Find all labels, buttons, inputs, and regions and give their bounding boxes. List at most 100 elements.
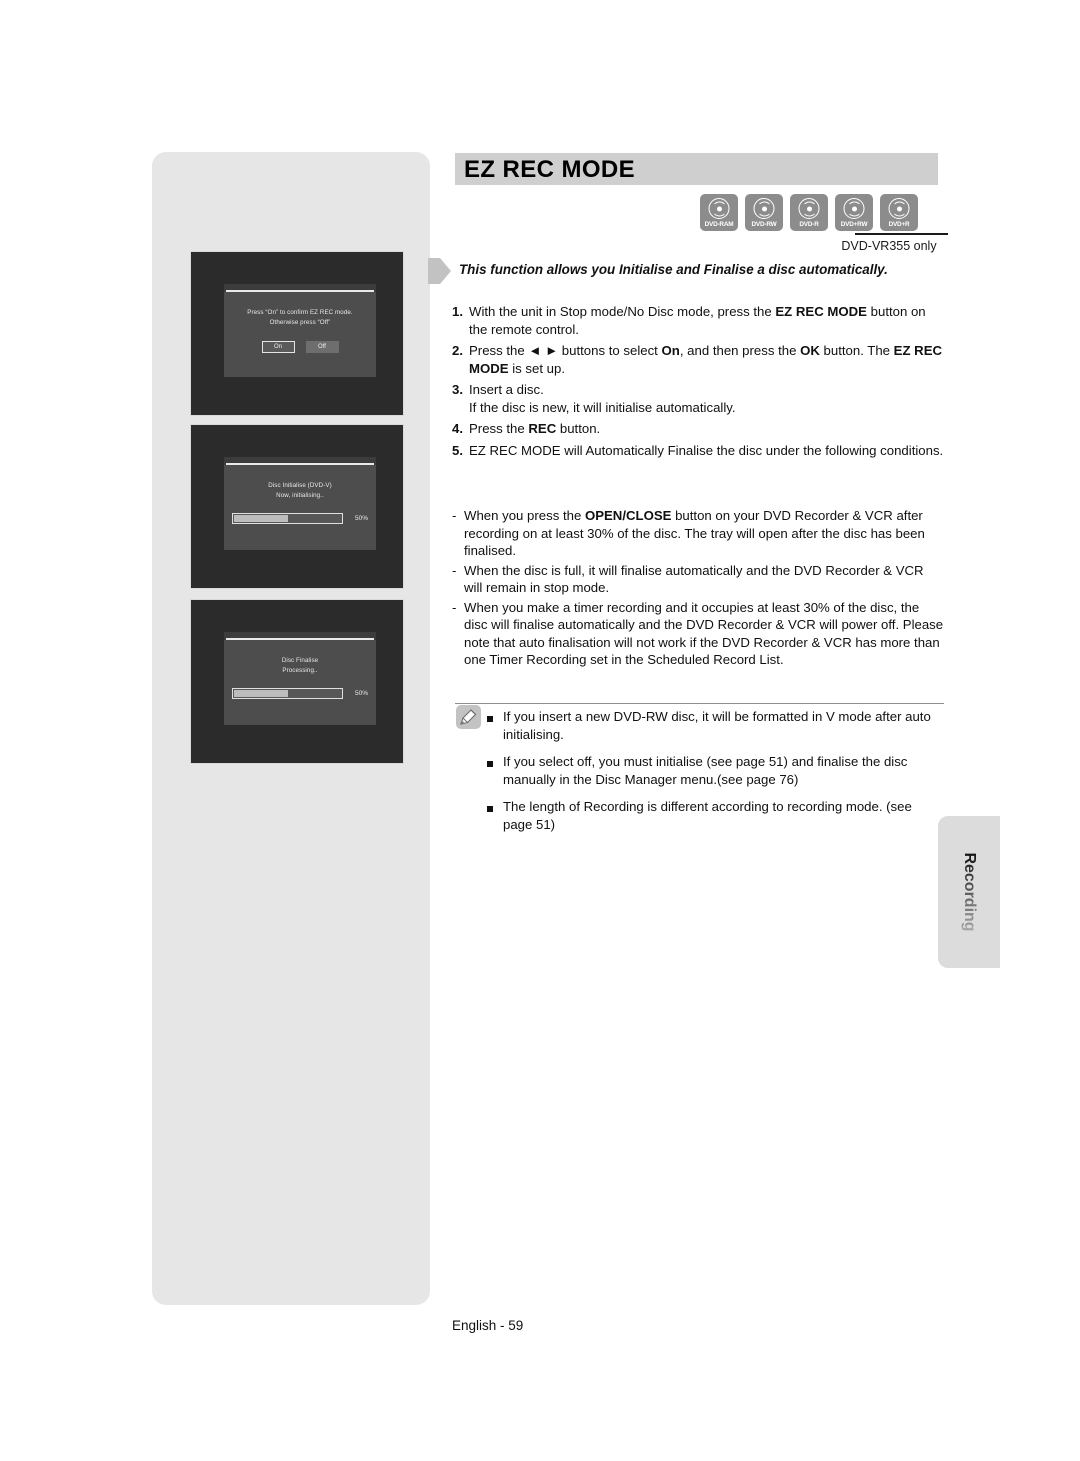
step-body: Insert a disc. If the disc is new, it wil… bbox=[469, 381, 944, 416]
condition-body: When you make a timer recording and it o… bbox=[464, 599, 944, 669]
disc-type-label: DVD+R bbox=[888, 221, 910, 228]
step-number: 1. bbox=[452, 304, 463, 319]
osd-dialog: Disc Initialise (DVD-V) Now, initialisin… bbox=[224, 457, 376, 550]
body-text: Insert a disc. bbox=[469, 382, 544, 397]
osd-button-row: On Off bbox=[224, 341, 376, 353]
note-body: If you select off, you must initialise (… bbox=[503, 754, 908, 787]
note-bullet-icon bbox=[487, 753, 503, 788]
section-title-bar: EZ REC MODE bbox=[455, 153, 938, 185]
note-item: If you insert a new DVD-RW disc, it will… bbox=[487, 708, 944, 743]
progress-percent: 50% bbox=[354, 515, 368, 522]
body-text: is set up. bbox=[508, 360, 566, 376]
condition-marker: - bbox=[452, 599, 457, 615]
progress-bar bbox=[232, 513, 343, 524]
emphasis-text: OK bbox=[800, 343, 820, 358]
disc-type-dvd-r: DVD-R bbox=[790, 194, 828, 231]
note-divider bbox=[455, 703, 944, 704]
note-bullet-icon bbox=[487, 798, 503, 833]
osd-line-1: Press “On” to confirm EZ REC mode. bbox=[247, 309, 353, 316]
chapter-tab-recording[interactable]: Recording bbox=[938, 816, 1000, 968]
body-text: Press the bbox=[469, 421, 529, 436]
osd-progress-row: 50% bbox=[232, 688, 368, 699]
condition-body: When you press the OPEN/CLOSE button on … bbox=[464, 507, 944, 560]
model-underline bbox=[855, 233, 948, 235]
osd-on-button[interactable]: On bbox=[261, 341, 295, 353]
body-text: When the disc is full, it will finalise … bbox=[464, 562, 924, 596]
step-number: 2. bbox=[452, 343, 463, 358]
step-body: Press the ◄ ► buttons to select On, and … bbox=[469, 342, 944, 377]
step-item: 5. EZ REC MODE will Automatically Finalis… bbox=[452, 442, 944, 460]
disc-type-dvd-rw: DVD+RW bbox=[835, 194, 873, 231]
disc-type-row: DVD-RAM DVD-RW DVD-R DVD+RW DVD+R bbox=[700, 194, 918, 231]
disc-type-label: DVD-RW bbox=[751, 221, 777, 228]
progress-percent: 50% bbox=[354, 690, 368, 697]
condition-item: - When you make a timer recording and it … bbox=[452, 599, 944, 669]
progress-fill bbox=[234, 690, 288, 697]
emphasis-text: EZ REC MODE bbox=[775, 304, 867, 319]
note-item: The length of Recording is different acc… bbox=[487, 798, 944, 833]
step-number: 5. bbox=[452, 442, 463, 458]
osd-line-1: Disc Finalise bbox=[281, 657, 319, 664]
body-text: EZ REC MODE will Automatically Finalise … bbox=[469, 442, 944, 458]
condition-body: When the disc is full, it will finalise … bbox=[464, 562, 944, 597]
condition-marker: - bbox=[452, 562, 457, 578]
emphasis-text: On bbox=[661, 343, 680, 358]
condition-item: - When you press the OPEN/CLOSE button on… bbox=[452, 507, 944, 560]
osd-dialog: Disc Finalise Processing.. 50% bbox=[224, 632, 376, 725]
disc-type-dvd-r: DVD+R bbox=[880, 194, 918, 231]
notes-list: If you insert a new DVD-RW disc, it will… bbox=[487, 708, 944, 843]
manual-page: Press “On” to confirm EZ REC mode. Other… bbox=[0, 0, 1080, 1461]
osd-line-2: Processing.. bbox=[282, 667, 318, 674]
osd-dialog: Press “On” to confirm EZ REC mode. Other… bbox=[224, 284, 376, 377]
emphasis-text: REC bbox=[528, 421, 557, 436]
body-text: button. The bbox=[819, 343, 894, 358]
disc-type-dvd-rw: DVD-RW bbox=[745, 194, 783, 231]
step-body: With the unit in Stop mode/No Disc mode,… bbox=[469, 303, 944, 338]
conditions-list: - When you press the OPEN/CLOSE button on… bbox=[452, 507, 944, 671]
osd-titlebar bbox=[224, 284, 376, 292]
body-text: When you press the bbox=[464, 508, 585, 523]
screenshot-disc-initialise: Disc Initialise (DVD-V) Now, initialisin… bbox=[190, 424, 404, 589]
screenshot-ez-rec-confirm: Press “On” to confirm EZ REC mode. Other… bbox=[190, 251, 404, 416]
note-body: If you insert a new DVD-RW disc, it will… bbox=[503, 709, 931, 742]
body-text: button. bbox=[556, 421, 601, 436]
note-pencil-icon bbox=[456, 705, 481, 729]
body-text: If the disc is new, it will initialise a… bbox=[469, 399, 736, 415]
page-title: EZ REC MODE bbox=[464, 156, 636, 183]
osd-off-button[interactable]: Off bbox=[305, 341, 339, 353]
progress-fill bbox=[234, 515, 288, 522]
disc-icon bbox=[798, 198, 820, 219]
body-text: Press the ◄ ► buttons to select bbox=[469, 343, 662, 358]
osd-progress-row: 50% bbox=[232, 513, 368, 524]
disc-icon bbox=[888, 198, 910, 219]
disc-type-label: DVD-R bbox=[799, 221, 819, 228]
disc-icon bbox=[708, 198, 730, 219]
step-item: 2. Press the ◄ ► buttons to select On, an… bbox=[452, 342, 944, 377]
disc-type-label: DVD-RAM bbox=[704, 221, 734, 228]
steps-list: 1. With the unit in Stop mode/No Disc mod… bbox=[452, 303, 944, 463]
note-body: The length of Recording is different acc… bbox=[503, 799, 912, 832]
illustration-panel: Press “On” to confirm EZ REC mode. Other… bbox=[152, 152, 430, 1305]
intro-text: This function allows you Initialise and … bbox=[459, 262, 888, 277]
arrow-marker-icon bbox=[428, 258, 452, 284]
disc-type-label: DVD+RW bbox=[840, 221, 868, 228]
step-item: 1. With the unit in Stop mode/No Disc mod… bbox=[452, 303, 944, 338]
step-number: 4. bbox=[452, 421, 463, 436]
step-body: Press the REC button. bbox=[469, 420, 944, 438]
step-item: 3. Insert a disc. If the disc is new, it w… bbox=[452, 381, 944, 416]
step-item: 4. Press the REC button. bbox=[452, 420, 944, 438]
step-number: 3. bbox=[452, 382, 463, 397]
osd-titlebar bbox=[224, 632, 376, 640]
note-bullet-icon bbox=[487, 708, 503, 743]
chapter-tab-label: Recording bbox=[961, 852, 978, 932]
screenshot-disc-finalise: Disc Finalise Processing.. 50% bbox=[190, 599, 404, 764]
page-footer: English - 59 bbox=[452, 1318, 524, 1333]
progress-bar bbox=[232, 688, 343, 699]
model-note: DVD-VR355 only bbox=[841, 239, 937, 253]
osd-line-1: Disc Initialise (DVD-V) bbox=[268, 482, 332, 489]
disc-icon bbox=[753, 198, 775, 219]
osd-line-2: Otherwise press “Off” bbox=[269, 319, 331, 326]
condition-item: - When the disc is full, it will finalise… bbox=[452, 562, 944, 597]
osd-titlebar bbox=[224, 457, 376, 465]
osd-line-2: Now, initialising.. bbox=[276, 492, 324, 499]
